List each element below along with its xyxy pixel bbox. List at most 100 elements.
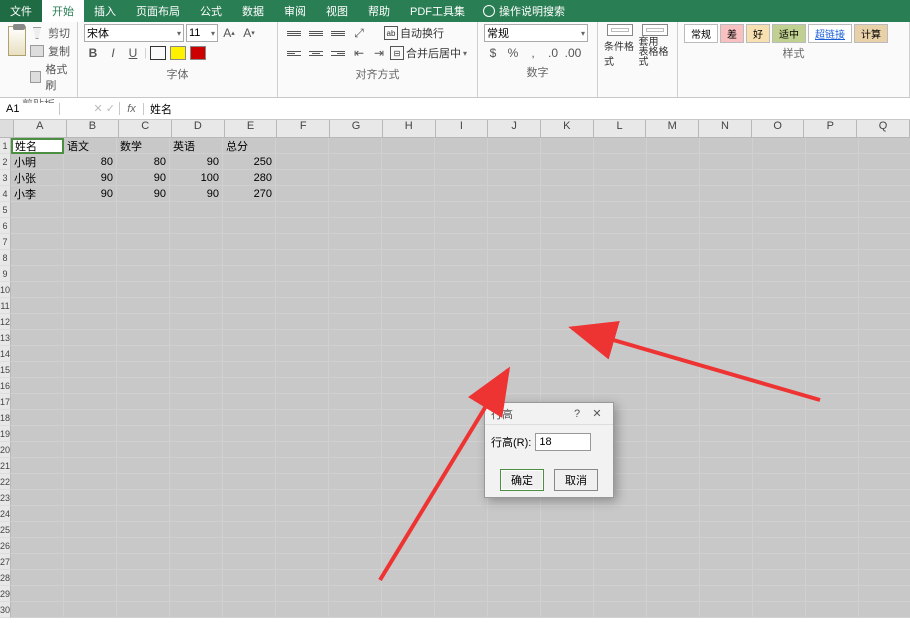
cell[interactable] — [64, 570, 117, 586]
cell[interactable] — [170, 490, 223, 506]
cell[interactable] — [64, 394, 117, 410]
cell[interactable] — [541, 586, 594, 602]
cell[interactable] — [647, 266, 700, 282]
cell[interactable] — [753, 602, 806, 618]
cell[interactable] — [700, 282, 753, 298]
cell[interactable] — [700, 490, 753, 506]
cell[interactable] — [806, 410, 859, 426]
cell[interactable] — [647, 298, 700, 314]
row-header-16[interactable]: 16 — [0, 378, 11, 394]
cell[interactable] — [382, 554, 435, 570]
underline-button[interactable]: U — [124, 44, 142, 62]
cell[interactable] — [117, 282, 170, 298]
cell[interactable] — [541, 298, 594, 314]
cell[interactable] — [276, 538, 329, 554]
row-header-3[interactable]: 3 — [0, 170, 11, 186]
cell[interactable] — [753, 314, 806, 330]
cell[interactable] — [11, 554, 64, 570]
cell[interactable]: 80 — [64, 154, 117, 170]
cell[interactable] — [753, 298, 806, 314]
cell[interactable] — [276, 250, 329, 266]
cell[interactable] — [488, 570, 541, 586]
cell[interactable]: 总分 — [223, 138, 276, 154]
cell[interactable] — [806, 154, 859, 170]
col-header-H[interactable]: H — [383, 120, 436, 137]
cell[interactable] — [223, 250, 276, 266]
cell[interactable] — [435, 346, 488, 362]
cell[interactable] — [859, 170, 910, 186]
cell[interactable] — [117, 442, 170, 458]
cell[interactable] — [223, 602, 276, 618]
cell[interactable] — [382, 506, 435, 522]
cell[interactable] — [64, 442, 117, 458]
cell[interactable] — [594, 378, 647, 394]
cell[interactable] — [435, 154, 488, 170]
cell[interactable] — [859, 314, 910, 330]
cell[interactable] — [594, 570, 647, 586]
cell[interactable] — [541, 346, 594, 362]
cell[interactable] — [382, 154, 435, 170]
cell[interactable]: 90 — [64, 170, 117, 186]
cell[interactable] — [488, 522, 541, 538]
cell[interactable] — [647, 570, 700, 586]
tab-view[interactable]: 视图 — [316, 0, 358, 22]
cell[interactable] — [541, 570, 594, 586]
cell[interactable]: 姓名 — [11, 138, 64, 154]
cell[interactable] — [647, 346, 700, 362]
row-header-8[interactable]: 8 — [0, 250, 11, 266]
cell[interactable] — [488, 266, 541, 282]
cell[interactable] — [700, 394, 753, 410]
cell[interactable] — [117, 570, 170, 586]
cell[interactable] — [541, 154, 594, 170]
cell[interactable] — [276, 202, 329, 218]
cell[interactable] — [276, 378, 329, 394]
cell[interactable] — [700, 602, 753, 618]
cell[interactable] — [806, 298, 859, 314]
cell[interactable] — [170, 410, 223, 426]
cell[interactable] — [488, 586, 541, 602]
cell[interactable] — [753, 570, 806, 586]
col-header-I[interactable]: I — [436, 120, 489, 137]
align-right-button[interactable] — [328, 45, 348, 61]
col-header-K[interactable]: K — [541, 120, 594, 137]
cell[interactable] — [806, 426, 859, 442]
cell[interactable] — [806, 186, 859, 202]
cell[interactable] — [382, 250, 435, 266]
cell[interactable] — [329, 426, 382, 442]
cell[interactable] — [329, 538, 382, 554]
cell[interactable] — [64, 426, 117, 442]
cell[interactable] — [276, 442, 329, 458]
cell[interactable] — [223, 330, 276, 346]
cell[interactable] — [700, 170, 753, 186]
cell[interactable] — [11, 586, 64, 602]
cell[interactable] — [594, 186, 647, 202]
cell-style-normal[interactable]: 常规 — [684, 24, 718, 43]
cell[interactable] — [594, 298, 647, 314]
cell[interactable] — [11, 538, 64, 554]
cell[interactable]: 语文 — [64, 138, 117, 154]
cell[interactable] — [11, 330, 64, 346]
cell[interactable] — [276, 426, 329, 442]
cell[interactable] — [753, 378, 806, 394]
cell[interactable] — [541, 202, 594, 218]
cell[interactable] — [223, 298, 276, 314]
cell[interactable] — [647, 474, 700, 490]
row-header-19[interactable]: 19 — [0, 426, 11, 442]
cell[interactable] — [753, 506, 806, 522]
cell[interactable] — [700, 266, 753, 282]
row-header-11[interactable]: 11 — [0, 298, 11, 314]
cell[interactable] — [276, 554, 329, 570]
cell[interactable] — [11, 202, 64, 218]
cell[interactable] — [753, 170, 806, 186]
cell[interactable] — [753, 410, 806, 426]
cell[interactable] — [223, 378, 276, 394]
cell[interactable] — [117, 602, 170, 618]
cell[interactable] — [488, 554, 541, 570]
row-header-14[interactable]: 14 — [0, 346, 11, 362]
row-header-1[interactable]: 1 — [0, 138, 11, 154]
cell[interactable] — [806, 586, 859, 602]
cell[interactable] — [753, 234, 806, 250]
cell[interactable] — [382, 202, 435, 218]
cell[interactable] — [594, 250, 647, 266]
cell[interactable] — [647, 170, 700, 186]
